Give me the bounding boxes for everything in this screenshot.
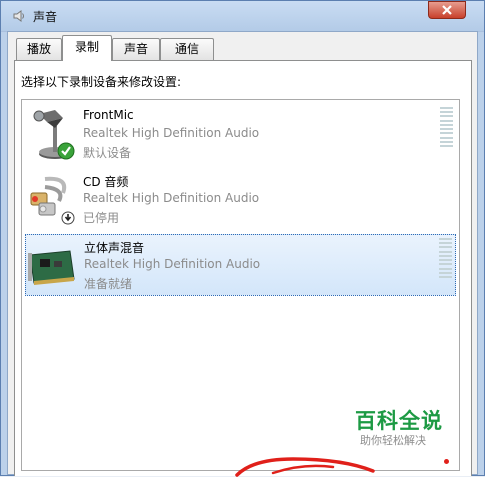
device-name: FrontMic — [83, 108, 134, 122]
tab-sounds[interactable]: 声音 — [112, 38, 160, 60]
speaker-icon — [13, 10, 24, 22]
disabled-badge-icon — [61, 211, 75, 225]
level-meter — [439, 238, 452, 278]
watermark-title: 百科全说 — [355, 409, 443, 433]
device-status: 默认设备 — [83, 146, 132, 160]
instruction-label: 选择以下录制设备来修改设置: — [21, 75, 182, 89]
sound-dialog-window: 声音 播放 录制 声音 通信 选择以下录制设备来修改设置: FrontMic R… — [0, 0, 485, 477]
level-meter — [440, 107, 453, 147]
red-annotation-mark — [235, 457, 375, 477]
check-badge-icon — [57, 142, 75, 160]
sound-card-icon — [28, 250, 75, 285]
device-name: CD 音频 — [83, 175, 129, 189]
tab-communications[interactable]: 通信 — [160, 38, 214, 60]
tab-recording[interactable]: 录制 — [62, 35, 112, 61]
close-button[interactable] — [428, 1, 466, 19]
title-bar[interactable]: 声音 — [1, 1, 484, 32]
device-name: 立体声混音 — [84, 241, 145, 255]
window-title: 声音 — [33, 10, 58, 24]
device-driver: Realtek High Definition Audio — [84, 257, 261, 271]
tab-playback[interactable]: 播放 — [16, 38, 62, 60]
device-driver: Realtek High Definition Audio — [83, 126, 260, 140]
close-icon — [442, 5, 452, 15]
device-item-stereo-mix[interactable]: 立体声混音 Realtek High Definition Audio 准备就绪 — [25, 234, 456, 296]
device-status: 准备就绪 — [84, 277, 133, 291]
watermark-subtitle: 助你轻松解决 — [360, 434, 426, 447]
device-item-cd-audio[interactable]: CD 音频 Realtek High Definition Audio 已停用 — [25, 169, 456, 231]
red-annotation-dot — [444, 459, 449, 464]
device-driver: Realtek High Definition Audio — [83, 191, 260, 205]
device-status: 已停用 — [83, 211, 120, 225]
device-item-frontmic[interactable]: FrontMic Realtek High Definition Audio 默… — [25, 104, 456, 166]
